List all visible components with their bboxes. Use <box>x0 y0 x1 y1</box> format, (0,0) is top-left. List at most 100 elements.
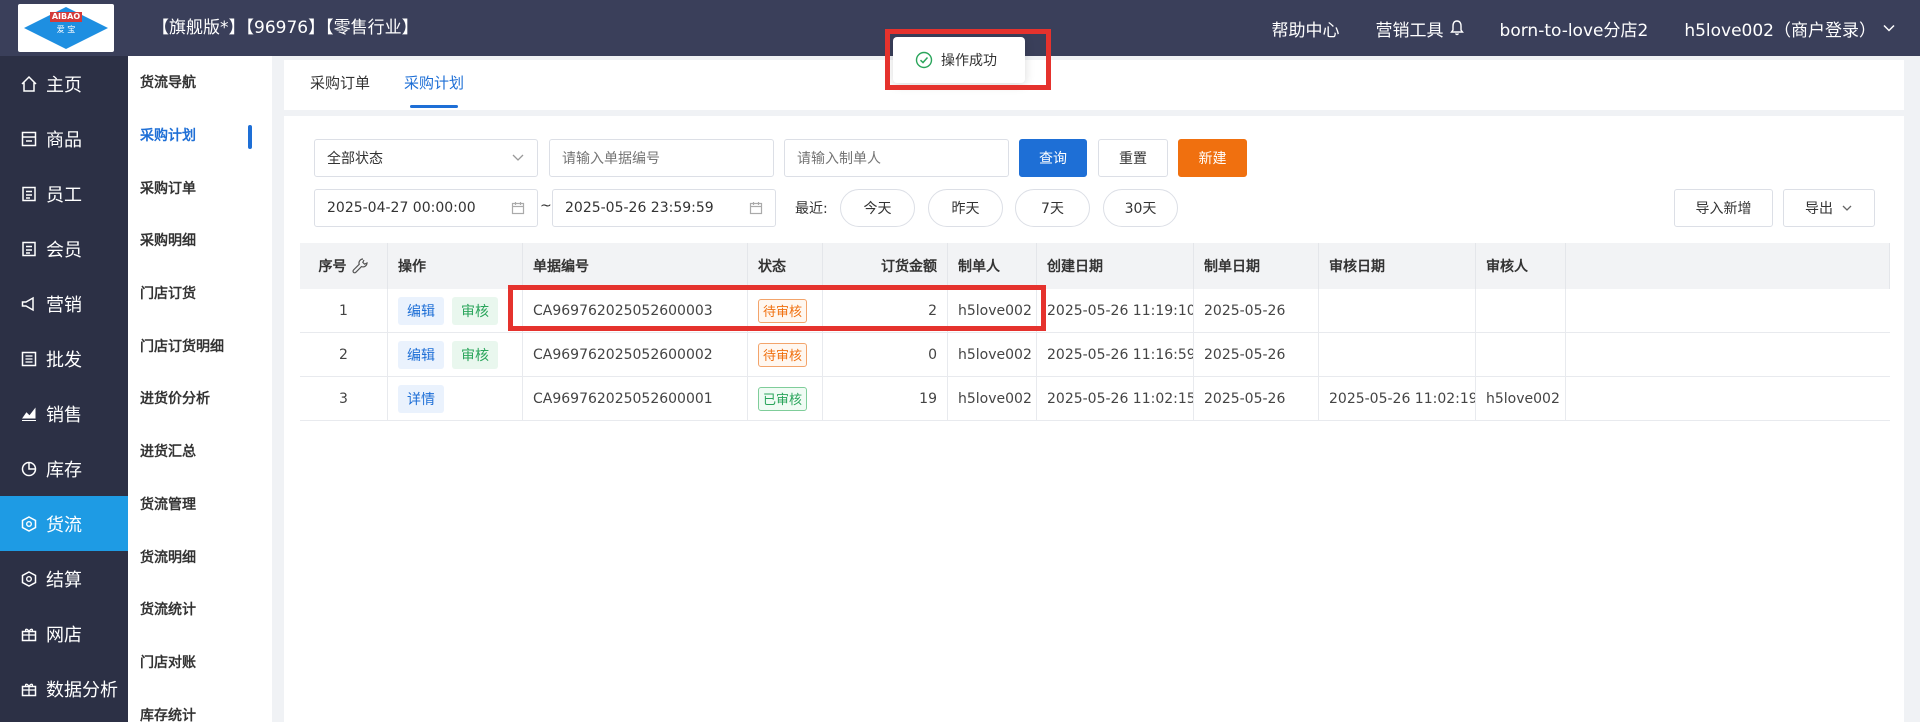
sidebar-item-label: 商品 <box>46 129 82 151</box>
sidebar-item-label: 结算 <box>46 569 82 591</box>
chevron-down-icon <box>1842 205 1852 211</box>
doc-number: CA969762025052600002 <box>523 333 748 376</box>
maker-input[interactable] <box>784 139 1009 177</box>
sidebar-item-3[interactable]: 会员 <box>0 221 128 276</box>
status-badge: 待审核 <box>758 342 808 367</box>
detail-button[interactable]: 详情 <box>398 384 444 413</box>
edit-button[interactable]: 编辑 <box>398 340 444 369</box>
import-button[interactable]: 导入新增 <box>1674 189 1773 227</box>
days30-button[interactable]: 30天 <box>1103 189 1178 227</box>
sidebar-item-label: 主页 <box>46 74 82 96</box>
wholesale-icon <box>20 350 38 368</box>
created-date: 2025-05-26 11:19:10 <box>1037 289 1194 332</box>
maker: h5love002 <box>948 377 1037 420</box>
subnav-item-0[interactable]: 货流导航 <box>128 56 272 109</box>
made-date: 2025-05-26 <box>1194 377 1319 420</box>
date-end-picker[interactable]: 2025-05-26 23:59:59 <box>552 189 776 227</box>
doc-number: CA969762025052600001 <box>523 377 748 420</box>
header-cell: 创建日期 <box>1037 243 1194 289</box>
sidebar-item-10[interactable]: 网店 <box>0 606 128 661</box>
query-button[interactable]: 查询 <box>1019 139 1087 177</box>
sidebar-item-7[interactable]: 库存 <box>0 441 128 496</box>
status-badge: 已审核 <box>758 386 808 411</box>
sidebar-item-label: 营销 <box>46 294 82 316</box>
sidebar-item-4[interactable]: 营销 <box>0 276 128 331</box>
subnav-item-12[interactable]: 库存统计 <box>128 688 272 722</box>
sidebar-item-9[interactable]: 结算 <box>0 551 128 606</box>
sidebar-item-label: 库存 <box>46 459 82 481</box>
stock-pie-icon <box>20 460 38 478</box>
aibao-logo[interactable]: AIBAO 爱 宝 <box>18 4 114 52</box>
sidebar-item-8[interactable]: 货流 <box>0 496 128 551</box>
highlight-box-row <box>508 285 1046 331</box>
help-center-link[interactable]: 帮助中心 <box>1272 16 1340 41</box>
sidebar-item-label: 销售 <box>46 404 82 426</box>
doc-no-input[interactable] <box>549 139 774 177</box>
edit-button[interactable]: 编辑 <box>398 296 444 325</box>
calendar-icon <box>749 202 763 215</box>
marketing-tools-link[interactable]: 营销工具 <box>1376 16 1464 41</box>
bell-icon[interactable] <box>1449 20 1464 36</box>
sidebar-item-5[interactable]: 批发 <box>0 331 128 386</box>
sidebar-item-11[interactable]: 数据分析 <box>0 661 128 716</box>
gift-icon <box>20 680 38 698</box>
subnav-item-1[interactable]: 采购计划 <box>128 109 272 162</box>
user-menu[interactable]: h5love002（商户登录） <box>1684 16 1896 41</box>
sidebar-item-6[interactable]: 销售 <box>0 386 128 441</box>
store-switcher[interactable]: born-to-love分店2 <box>1500 16 1649 41</box>
chevron-down-icon <box>1883 24 1895 32</box>
subnav-item-5[interactable]: 门店订货明细 <box>128 319 272 372</box>
today-button[interactable]: 今天 <box>840 189 915 227</box>
order-amount: 19 <box>823 377 948 420</box>
audit-button[interactable]: 审核 <box>452 340 498 369</box>
edition-label: 【旗舰版*】【96976】【零售行业】 <box>152 18 419 38</box>
subnav-item-9[interactable]: 货流明细 <box>128 530 272 583</box>
row-spacer <box>1566 377 1890 420</box>
date-start-picker[interactable]: 2025-04-27 00:00:00 <box>314 189 538 227</box>
created-date: 2025-05-26 11:16:59 <box>1037 333 1194 376</box>
header-cell: 序号 <box>300 243 388 289</box>
wrench-icon[interactable] <box>351 257 369 275</box>
sidebar-item-0[interactable]: 主页 <box>0 56 128 111</box>
subnav-item-3[interactable]: 采购明细 <box>128 214 272 267</box>
subnav-item-10[interactable]: 货流统计 <box>128 583 272 636</box>
order-amount: 0 <box>823 333 948 376</box>
status-select-value: 全部状态 <box>327 151 383 167</box>
create-button[interactable]: 新建 <box>1178 139 1247 177</box>
audit-button[interactable]: 审核 <box>452 296 498 325</box>
auditor: h5love002 <box>1476 377 1566 420</box>
gift-icon <box>20 625 38 643</box>
row-spacer <box>1566 289 1890 332</box>
export-button[interactable]: 导出 <box>1783 189 1875 227</box>
header-cell: 状态 <box>748 243 823 289</box>
days7-button[interactable]: 7天 <box>1015 189 1090 227</box>
calendar-icon <box>511 202 525 215</box>
status-select[interactable]: 全部状态 <box>314 139 538 177</box>
user-name: h5love002（商户登录） <box>1684 20 1876 41</box>
subnav-item-7[interactable]: 进货汇总 <box>128 425 272 478</box>
date-start-value: 2025-04-27 00:00:00 <box>327 200 476 216</box>
subnav-item-2[interactable]: 采购订单 <box>128 161 272 214</box>
tab-purchase-order[interactable]: 采购订单 <box>310 60 370 110</box>
subnav-item-11[interactable]: 门店对账 <box>128 636 272 689</box>
header-index: 序号 <box>318 259 347 275</box>
row-actions: 编辑 审核 <box>388 289 523 332</box>
reset-button[interactable]: 重置 <box>1098 139 1168 177</box>
row-actions: 详情 <box>388 377 523 420</box>
created-date: 2025-05-26 11:02:15 <box>1037 377 1194 420</box>
tab-purchase-plan[interactable]: 采购计划 <box>400 60 468 110</box>
settle-icon <box>20 570 38 588</box>
subnav-item-6[interactable]: 进货价分析 <box>128 372 272 425</box>
yesterday-button[interactable]: 昨天 <box>928 189 1003 227</box>
subnav-item-4[interactable]: 门店订货 <box>128 267 272 320</box>
subnav-item-8[interactable]: 货流管理 <box>128 478 272 531</box>
sidebar-item-1[interactable]: 商品 <box>0 111 128 166</box>
header-cell: 操作 <box>388 243 523 289</box>
row-status: 已审核 <box>748 377 823 420</box>
megaphone-icon <box>20 295 38 313</box>
sidebar-item-2[interactable]: 员工 <box>0 166 128 221</box>
row-index: 3 <box>300 377 388 420</box>
maker: h5love002 <box>948 333 1037 376</box>
header-cell: 审核人 <box>1476 243 1566 289</box>
sidebar-item-label: 员工 <box>46 184 82 206</box>
